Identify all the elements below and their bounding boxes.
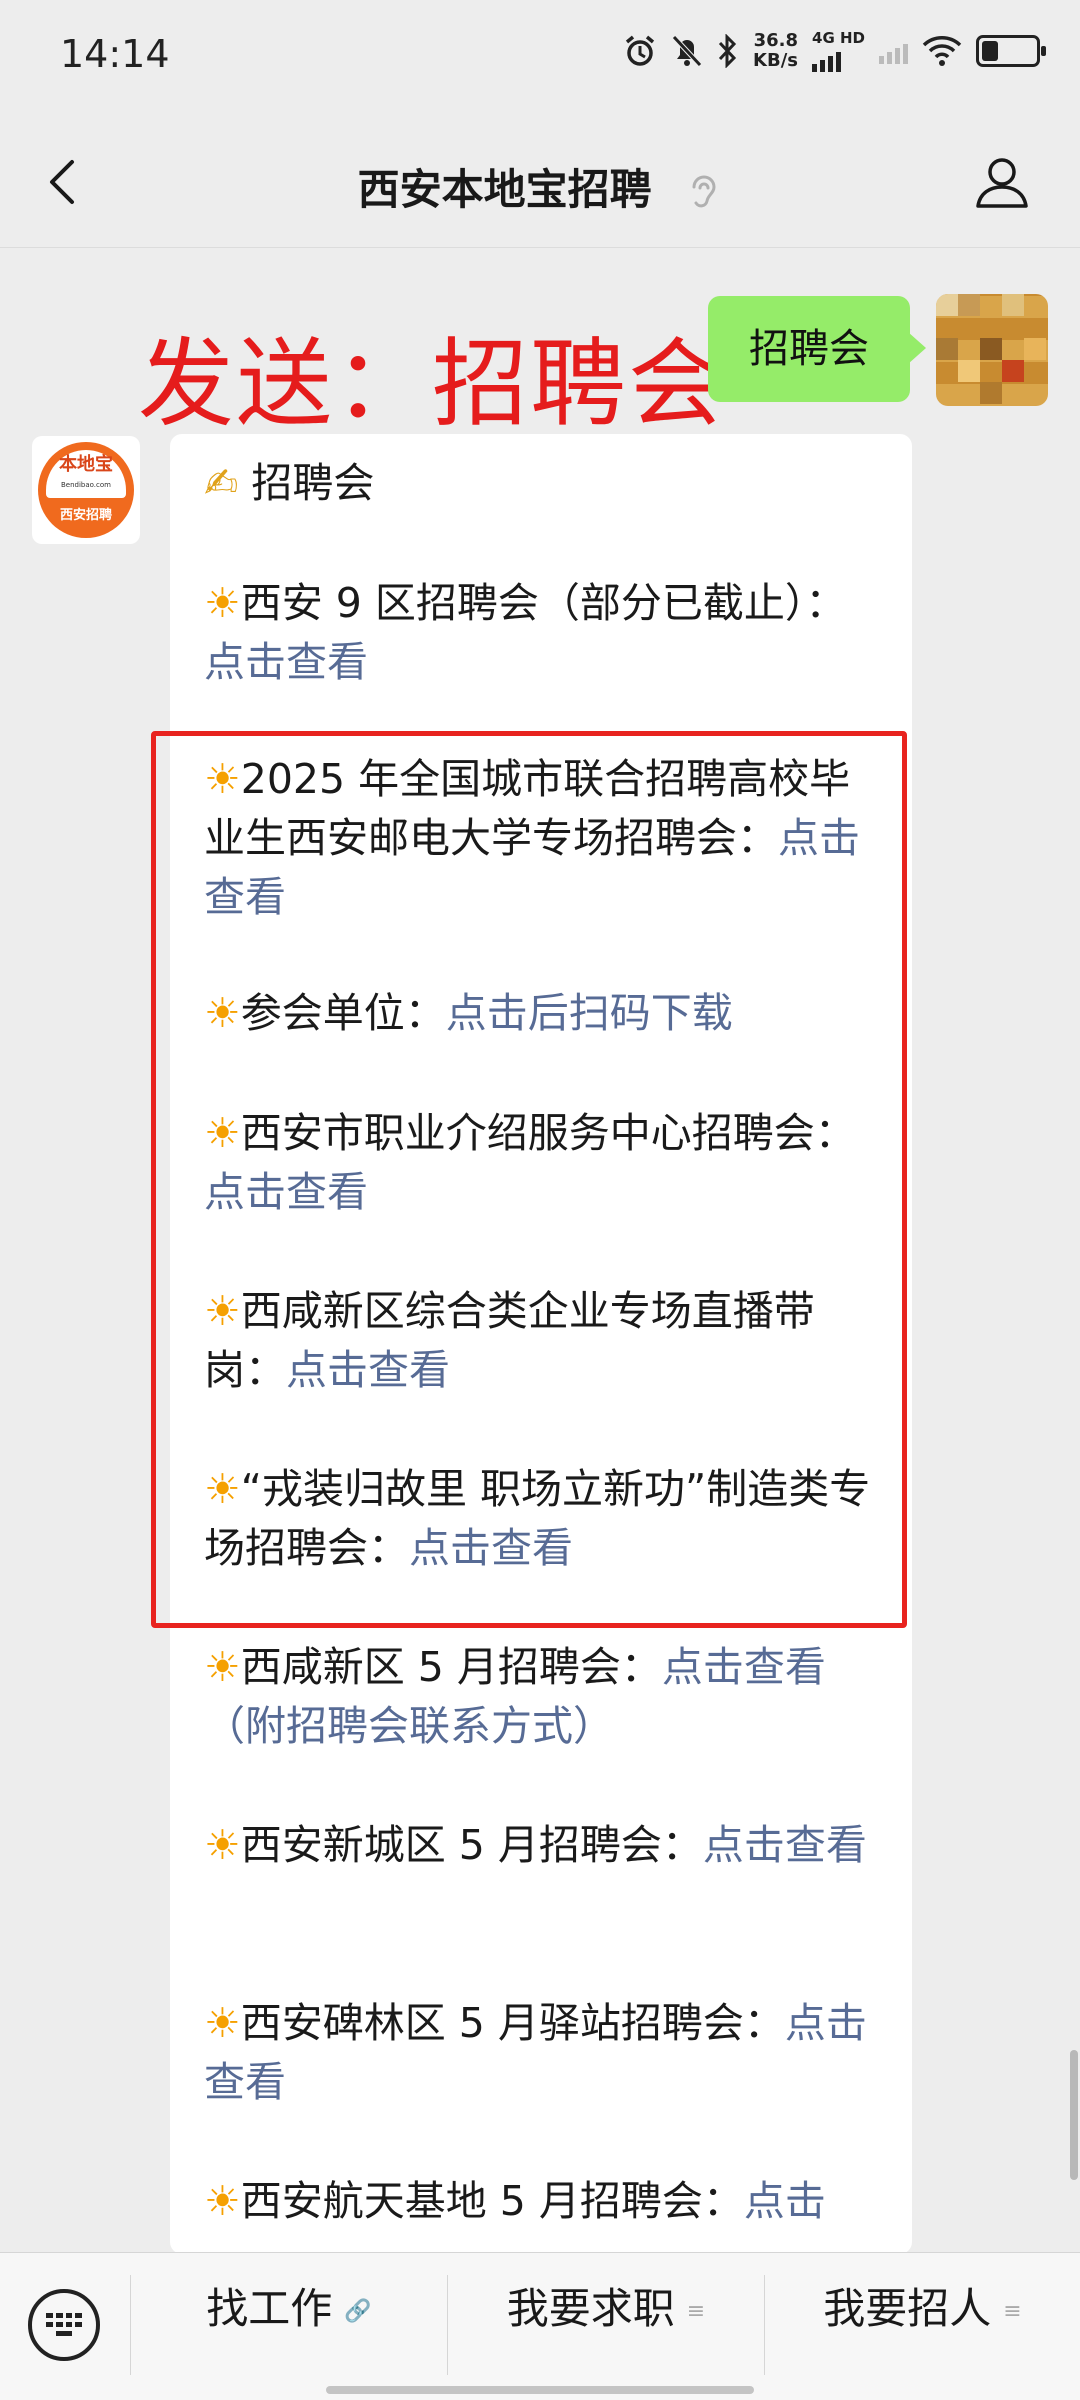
list-item: ☀2025 年全国城市联合招聘高校毕业生西安邮电大学专场招聘会：点击查看 [204,750,884,927]
chat-title: 西安本地宝招聘 [0,156,1080,217]
official-account-avatar[interactable]: 本地宝 Bendibao.com 西安招聘 [32,436,140,544]
list-item: ☀西安市职业介绍服务中心招聘会： 点击查看 [204,1104,884,1222]
alarm-icon [625,35,655,66]
view-link[interactable]: 点击查看 [703,1821,867,1869]
scrollbar[interactable] [1070,2050,1078,2180]
sent-message-bubble[interactable]: 招聘会 [708,296,926,402]
sun-icon: ☀ [204,989,241,1037]
status-icons: 36.8 KB/s 4G HD [623,30,1046,72]
sun-icon: ☀ [204,1643,241,1691]
menu-apply-job[interactable]: 我要求职 ≡ [448,2253,764,2365]
chat-title-text: 西安本地宝招聘 [357,165,652,214]
battery-icon [976,35,1046,67]
list-item: ☀西安航天基地 5 月招聘会：点击 [204,2172,884,2231]
logo-main-text: 本地宝 [59,454,113,475]
bendibao-logo: 本地宝 Bendibao.com 西安招聘 [38,442,134,538]
list-item: ☀西安新城区 5 月招聘会：点击查看 [204,1816,884,1875]
overlay-instruction: 发送：招聘会 [138,328,726,440]
logo-sub-text: 西安招聘 [59,508,112,523]
sun-icon: ☀ [204,1999,241,2047]
signal-icon [812,46,842,72]
list-item-text: 西咸新区 5 月招聘会： [240,1643,662,1691]
network-indicator: 4G HD [812,30,865,72]
user-avatar[interactable] [936,294,1048,406]
ear-icon [692,175,716,207]
list-item: ☀西安碑林区 5 月驿站招聘会：点击查看 [204,1994,884,2112]
list-item-text: 西安碑林区 5 月驿站招聘会： [240,1999,785,2047]
menu-item-label: 我要招人 [823,2284,992,2333]
reply-heading-text: 招聘会 [251,459,375,507]
view-link[interactable]: 点击查看 [204,638,368,686]
list-item: ☀西安 9 区招聘会（部分已截止）： 点击查看 [204,574,884,692]
mute-bell-icon [672,35,702,67]
reply-heading: ✍ 招聘会 [204,454,884,513]
list-item: ☀西咸新区综合类企业专场直播带岗：点击查看 [204,1282,884,1400]
submenu-icon: ≡ [686,2298,706,2324]
net-speed: 36.8 KB/s [753,31,798,71]
menu-recruit[interactable]: 我要招人 ≡ [765,2253,1080,2365]
menu-find-job[interactable]: 找工作 🔗 [131,2253,447,2365]
sun-icon: ☀ [204,1465,241,1513]
sun-icon: ☀ [204,1287,241,1335]
list-item: ☀参会单位：点击后扫码下载 [204,984,884,1043]
status-time: 14:14 [60,32,170,76]
net-speed-value: 36.8 [753,30,799,51]
view-link[interactable]: 点击查看 [409,1524,573,1572]
logo-url-text: Bendibao.com [60,481,111,489]
keyboard-icon[interactable] [28,2289,100,2361]
sun-icon: ☀ [204,2177,241,2225]
list-item: ☀“戎装归故里 职场立新功”制造类专场招聘会：点击查看 [204,1460,884,1578]
net-speed-unit: KB/s [753,50,799,71]
list-item: ☀西咸新区 5 月招聘会：点击查看（附招聘会联系方式） [204,1638,884,1756]
view-link[interactable]: 点击查看 [204,1168,368,1216]
list-item-text: 西安航天基地 5 月招聘会： [240,2177,744,2225]
list-item-text: 西安新城区 5 月招聘会： [240,1821,703,1869]
home-indicator[interactable] [326,2386,754,2394]
sun-icon: ☀ [204,1109,241,1157]
signal-2-icon [879,38,908,64]
sun-icon: ☀ [204,755,241,803]
wifi-icon [922,36,962,66]
list-item-text: 2025 年全国城市联合招聘高校毕业生西安邮电大学专场招聘会： [204,755,851,862]
list-item-text: 西安市职业介绍服务中心招聘会： [240,1109,856,1157]
bottom-menu: 找工作 🔗 我要求职 ≡ 我要招人 ≡ [0,2252,1080,2400]
list-item-text: 参会单位： [240,989,446,1037]
submenu-icon: ≡ [1003,2298,1022,2324]
bluetooth-icon [718,34,737,68]
profile-icon[interactable] [972,152,1032,212]
scan-download-link[interactable]: 点击后扫码下载 [446,989,733,1037]
menu-item-label: 我要求职 [506,2284,675,2333]
network-label: 4G HD [812,29,865,47]
reply-message-card: ✍ 招聘会 ☀西安 9 区招聘会（部分已截止）：点击查看 ☀2025 年全国城市… [170,434,912,2254]
link-icon: 🔗 [344,2298,372,2324]
writing-hand-icon: ✍ [204,459,239,507]
status-bar: 14:14 36.8 KB/s 4G HD [0,0,1080,116]
sun-icon: ☀ [204,579,241,627]
list-item-text: 西安 9 区招聘会（部分已截止）： [240,579,847,627]
view-link[interactable]: 点击 [744,2177,826,2225]
sun-icon: ☀ [204,1821,241,1869]
menu-item-label: 找工作 [206,2284,333,2333]
view-link[interactable]: 点击查看 [286,1346,450,1394]
chat-header: 西安本地宝招聘 [0,116,1080,248]
battery-fill [982,41,998,61]
